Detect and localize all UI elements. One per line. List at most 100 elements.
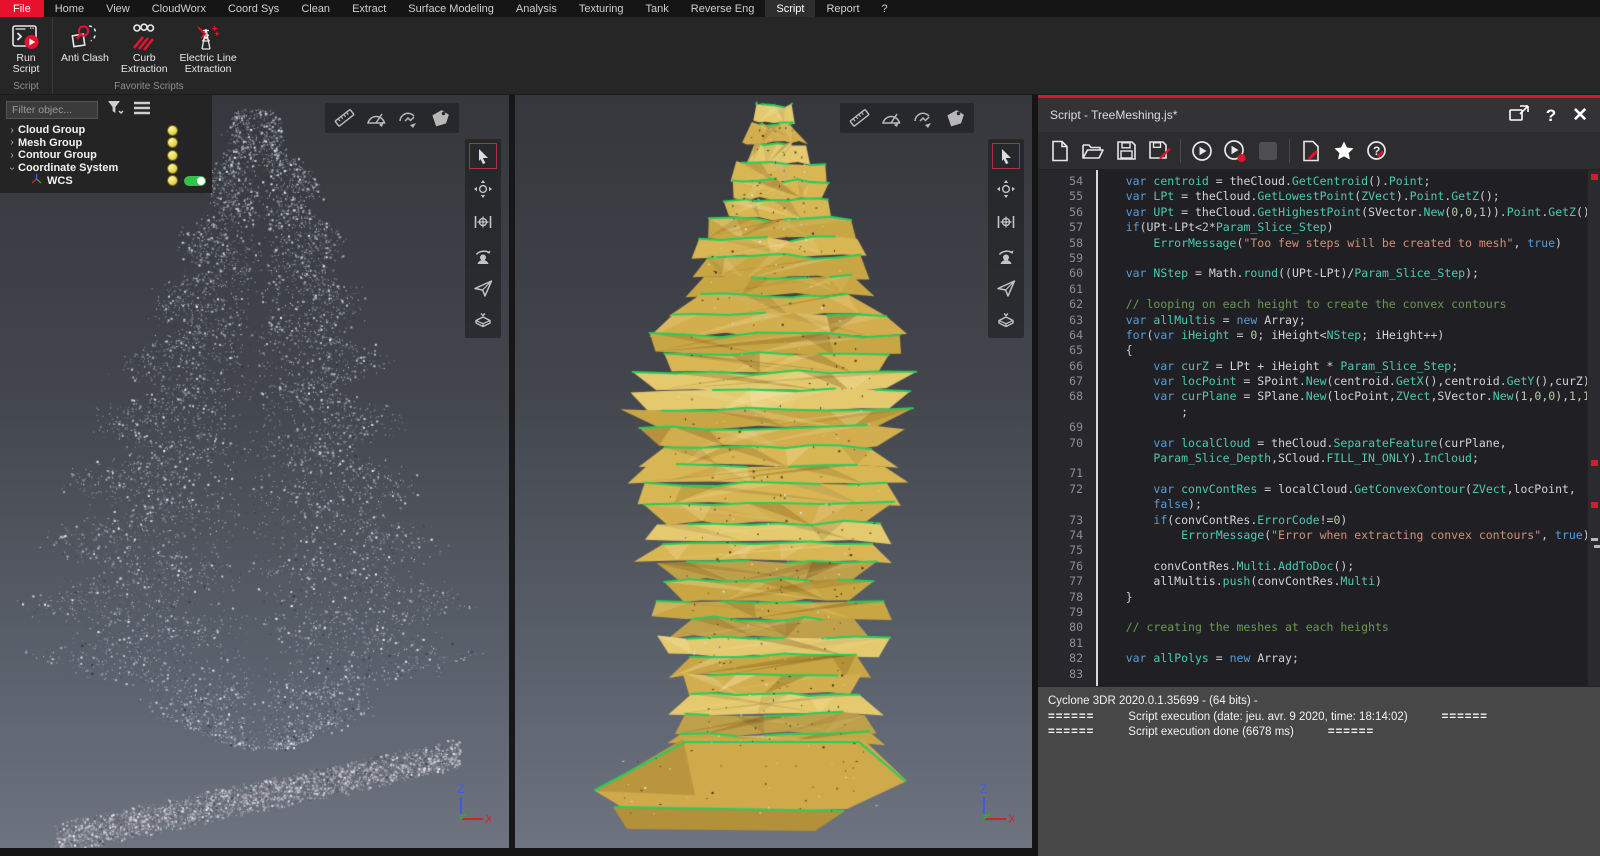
- filter-objects-input[interactable]: [6, 101, 98, 119]
- menu-tab-texturing[interactable]: Texturing: [568, 0, 635, 17]
- orbit-tool[interactable]: [992, 176, 1020, 202]
- code-line[interactable]: [1098, 466, 1587, 481]
- menu-tab-reverse-eng[interactable]: Reverse Eng: [680, 0, 766, 17]
- run-icon[interactable]: [1190, 139, 1214, 163]
- surface-measure-icon[interactable]: [910, 106, 936, 130]
- code-line[interactable]: for(var iHeight = 0; iHeight<NStep; iHei…: [1098, 328, 1587, 343]
- code-line[interactable]: var curPlane = SPlane.New(locPoint,ZVect…: [1098, 389, 1587, 404]
- menu-tab-view[interactable]: View: [95, 0, 141, 17]
- favorite-star-icon[interactable]: [1332, 139, 1356, 163]
- walkthrough-tool[interactable]: [992, 242, 1020, 268]
- menu-tab-coord-sys[interactable]: Coord Sys: [217, 0, 290, 17]
- angle-measure-icon[interactable]: [878, 106, 904, 130]
- ruler-icon[interactable]: [331, 106, 357, 130]
- mesh-canvas[interactable]: [515, 95, 1032, 848]
- menu-tab-tank[interactable]: Tank: [635, 0, 680, 17]
- walkthrough-tool[interactable]: [469, 242, 497, 268]
- open-script-icon[interactable]: [1081, 139, 1105, 163]
- code-line[interactable]: [1098, 667, 1587, 682]
- code-line[interactable]: {: [1098, 343, 1587, 358]
- tree-item-contour-group[interactable]: ›Contour Group: [6, 149, 206, 162]
- menu-tab-cloudworx[interactable]: CloudWorx: [141, 0, 217, 17]
- code-line[interactable]: Param_Slice_Depth,SCloud.FILL_IN_ONLY).I…: [1098, 451, 1587, 466]
- code-line[interactable]: if(UPt-LPt<2*Param_Slice_Step): [1098, 220, 1587, 235]
- fly-tool[interactable]: [992, 275, 1020, 301]
- point-cloud-canvas[interactable]: [0, 95, 509, 848]
- menu-tab-surface-modeling[interactable]: Surface Modeling: [397, 0, 505, 17]
- fly-tool[interactable]: [469, 275, 497, 301]
- close-panel-icon[interactable]: ✕: [1572, 106, 1588, 125]
- filter-icon[interactable]: [107, 100, 124, 120]
- electric-line-extraction-button[interactable]: Electric Line Extraction: [174, 19, 243, 77]
- code-line[interactable]: [1098, 636, 1587, 651]
- visibility-bulb-icon[interactable]: [167, 137, 178, 148]
- code-line[interactable]: [1098, 605, 1587, 620]
- code-editor[interactable]: 5455565758596061626364656667686970717273…: [1038, 170, 1600, 686]
- code-line[interactable]: if(convContRes.ErrorCode!=0): [1098, 513, 1587, 528]
- code-line[interactable]: var NStep = Math.round((UPt-LPt)/Param_S…: [1098, 266, 1587, 281]
- code-line[interactable]: var convContRes = localCloud.GetConvexCo…: [1098, 482, 1587, 497]
- expand-arrow-icon[interactable]: ›: [6, 137, 18, 148]
- ruler-icon[interactable]: [846, 106, 872, 130]
- menu-tab-clean[interactable]: Clean: [290, 0, 341, 17]
- visibility-bulb-icon[interactable]: [167, 125, 178, 136]
- projection-tool[interactable]: [992, 308, 1020, 334]
- tree-menu-icon[interactable]: [133, 101, 151, 120]
- debug-run-icon[interactable]: [1223, 139, 1247, 163]
- code-line[interactable]: var curZ = LPt + iHeight * Param_Slice_S…: [1098, 359, 1587, 374]
- menu-tab-?[interactable]: ?: [871, 0, 899, 17]
- surface-measure-icon[interactable]: [395, 106, 421, 130]
- menu-tab-analysis[interactable]: Analysis: [505, 0, 568, 17]
- tree-item-cloud-group[interactable]: ›Cloud Group: [6, 124, 206, 137]
- code-line[interactable]: var centroid = theCloud.GetCentroid().Po…: [1098, 174, 1587, 189]
- code-line[interactable]: // creating the meshes at each heights: [1098, 620, 1587, 635]
- code-line[interactable]: var locPoint = SPoint.New(centroid.GetX(…: [1098, 374, 1587, 389]
- expand-arrow-icon[interactable]: ›: [6, 150, 18, 161]
- code-line[interactable]: }: [1098, 590, 1587, 605]
- code-line[interactable]: allMultis.push(convContRes.Multi): [1098, 574, 1587, 589]
- menu-tab-file[interactable]: File: [0, 0, 44, 17]
- help-icon[interactable]: ?: [1546, 107, 1556, 124]
- menu-tab-home[interactable]: Home: [44, 0, 95, 17]
- viewport-point-cloud[interactable]: ›Cloud Group›Mesh Group›Contour Group›Co…: [0, 95, 509, 848]
- anti-clash-button[interactable]: Anti Clash: [55, 19, 115, 66]
- code-line[interactable]: var LPt = theCloud.GetLowestPoint(ZVect)…: [1098, 189, 1587, 204]
- code-content[interactable]: var centroid = theCloud.GetCentroid().Po…: [1098, 170, 1587, 686]
- save-script-as-icon[interactable]: [1147, 139, 1171, 163]
- visibility-bulb-icon[interactable]: [167, 163, 178, 174]
- visibility-bulb-icon[interactable]: [167, 150, 178, 161]
- code-line[interactable]: ErrorMessage("Error when extracting conv…: [1098, 528, 1587, 543]
- fit-view-tool[interactable]: [992, 209, 1020, 235]
- orbit-tool[interactable]: [469, 176, 497, 202]
- expand-arrow-icon[interactable]: ›: [6, 125, 18, 136]
- projection-tool[interactable]: [469, 308, 497, 334]
- undock-panel-icon[interactable]: [1508, 104, 1530, 127]
- save-script-icon[interactable]: [1114, 139, 1138, 163]
- viewport-mesh[interactable]: Z X: [515, 95, 1032, 848]
- code-line[interactable]: var allPolys = new Array;: [1098, 651, 1587, 666]
- run-script-button[interactable]: Run Script: [2, 19, 50, 77]
- select-cursor-tool[interactable]: [469, 143, 497, 169]
- code-line[interactable]: convContRes.Multi.AddToDoc();: [1098, 559, 1587, 574]
- code-line[interactable]: [1098, 251, 1587, 266]
- code-line[interactable]: var localCloud = theCloud.SeparateFeatur…: [1098, 436, 1587, 451]
- label-tag-icon[interactable]: [427, 106, 453, 130]
- code-line[interactable]: var allMultis = new Array;: [1098, 313, 1587, 328]
- tree-item-mesh-group[interactable]: ›Mesh Group: [6, 137, 206, 150]
- script-document-icon[interactable]: [1299, 139, 1323, 163]
- editor-scrollbar[interactable]: [1587, 170, 1600, 686]
- script-help-icon[interactable]: ?: [1365, 139, 1389, 163]
- label-tag-icon[interactable]: [942, 106, 968, 130]
- select-cursor-tool[interactable]: [992, 143, 1020, 169]
- menu-tab-extract[interactable]: Extract: [341, 0, 397, 17]
- collapse-arrow-icon[interactable]: ›: [7, 162, 18, 174]
- tree-item-wcs[interactable]: WCS: [6, 174, 206, 187]
- code-line[interactable]: [1098, 543, 1587, 558]
- menu-tab-report[interactable]: Report: [815, 0, 870, 17]
- menu-tab-script[interactable]: Script: [765, 0, 815, 17]
- curb-extraction-button[interactable]: Curb Extraction: [115, 19, 174, 77]
- code-line[interactable]: [1098, 282, 1587, 297]
- code-line[interactable]: false);: [1098, 497, 1587, 512]
- code-line[interactable]: [1098, 420, 1587, 435]
- angle-measure-icon[interactable]: [363, 106, 389, 130]
